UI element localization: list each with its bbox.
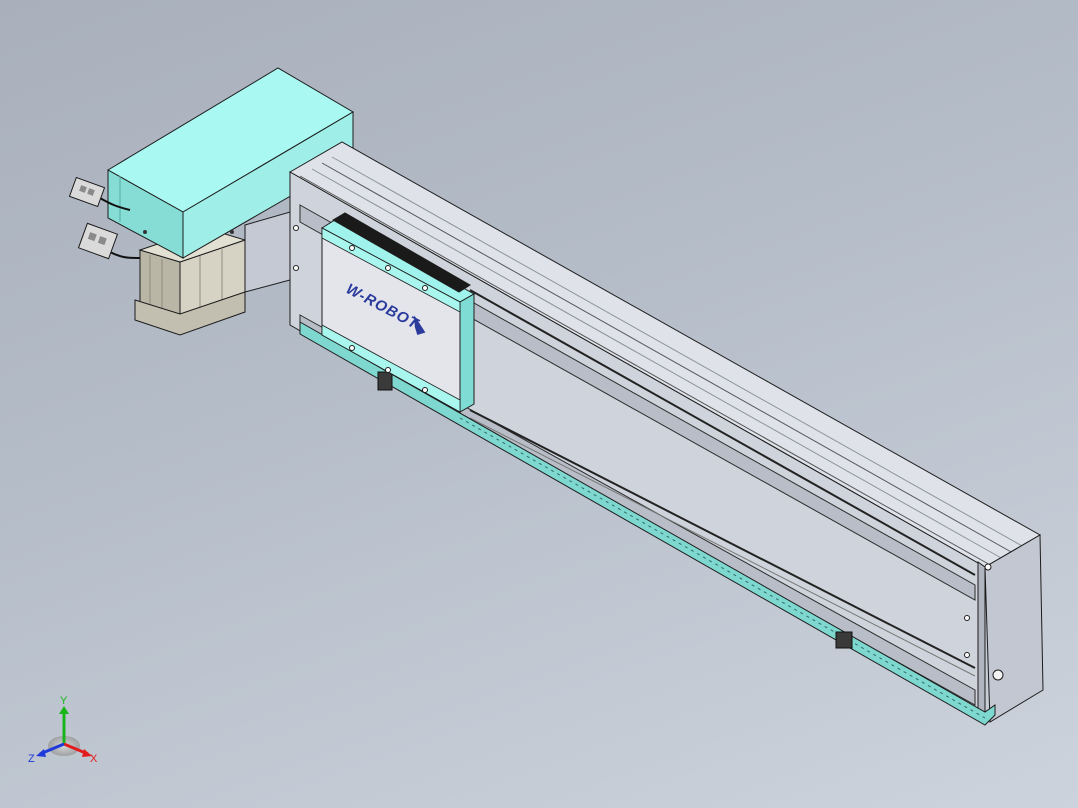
z-axis-label: Z <box>28 753 35 765</box>
linear-actuator-model[interactable]: W-ROBOT <box>0 0 1078 808</box>
rail-body[interactable] <box>288 141 1044 723</box>
cad-viewport[interactable]: W-ROBOT Y X Z <box>0 0 1078 808</box>
coordinate-triad[interactable]: Y X Z <box>26 692 106 772</box>
y-axis-label: Y <box>60 695 68 707</box>
x-axis-label: X <box>90 753 98 765</box>
